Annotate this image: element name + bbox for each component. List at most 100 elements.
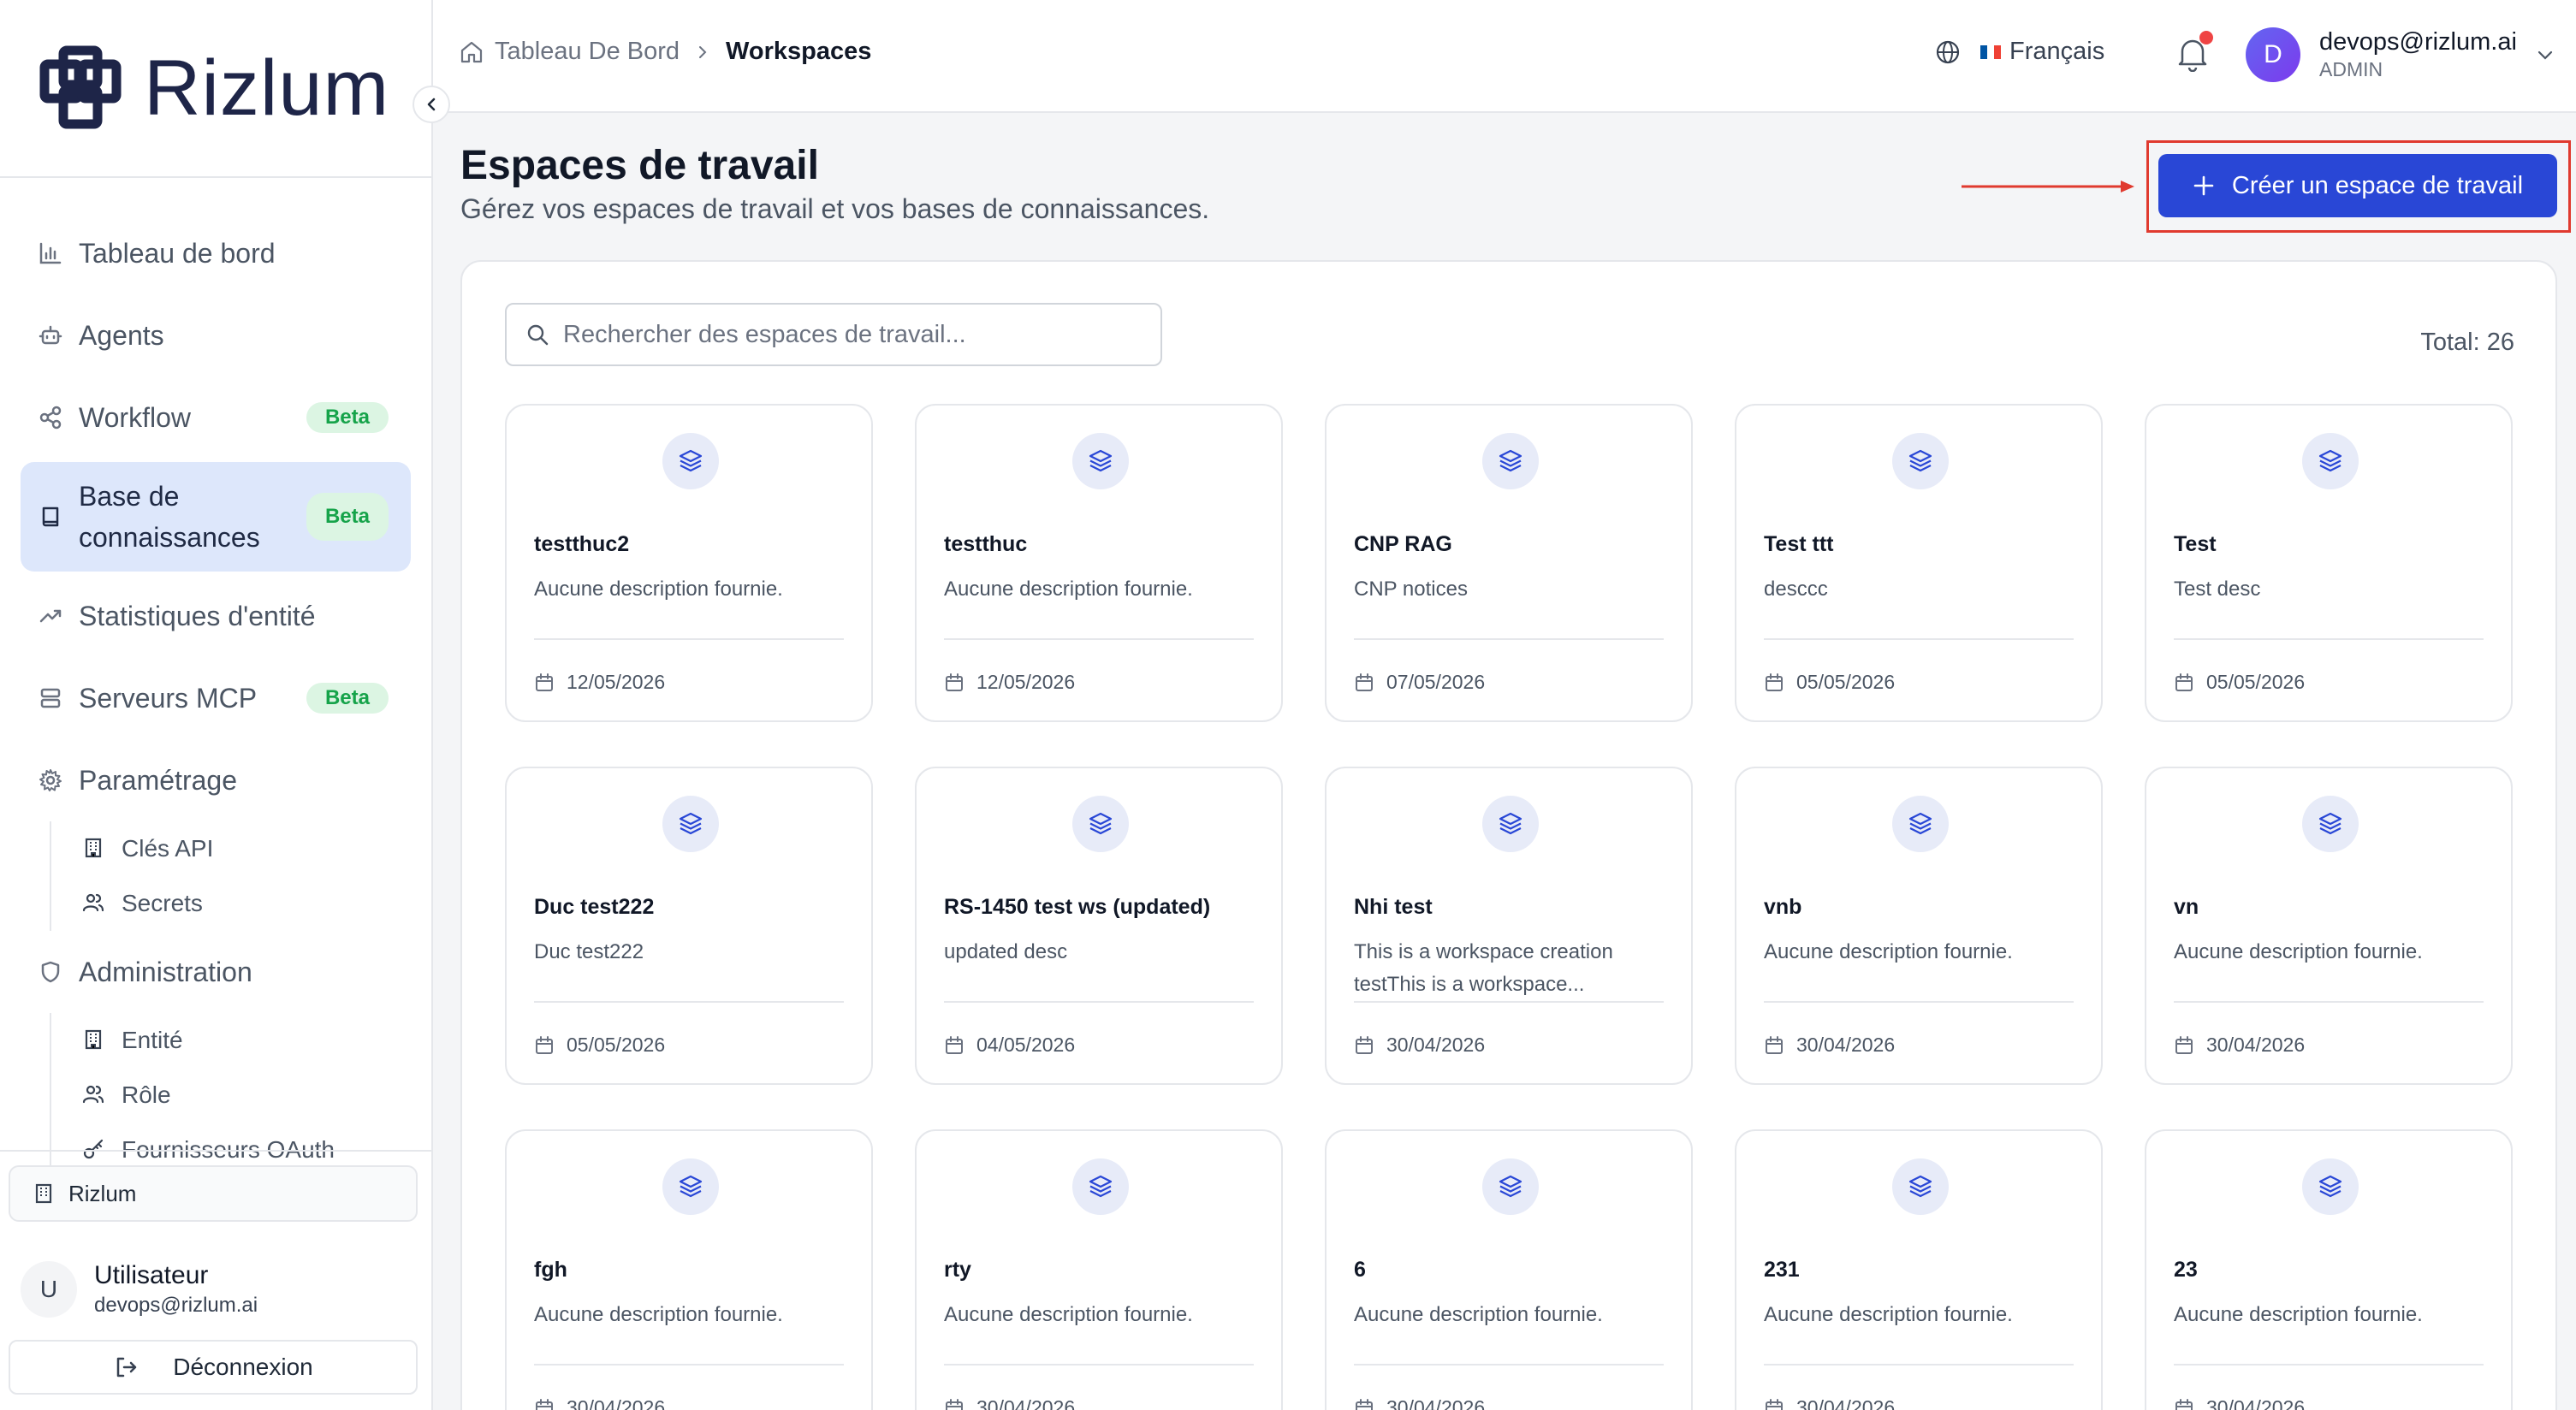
layers-icon [2302, 433, 2359, 489]
building-icon [82, 837, 106, 861]
shield-icon [38, 959, 63, 985]
workspace-date: 12/05/2026 [534, 671, 665, 694]
layers-icon [1892, 433, 1949, 489]
breadcrumb-home[interactable]: Tableau De Bord [495, 38, 680, 66]
logout-button[interactable]: Déconnexion [9, 1340, 418, 1395]
home-icon[interactable] [459, 39, 484, 65]
card-divider [2174, 1001, 2484, 1003]
sidebar-item-entity-stats[interactable]: Statistiques d'entité [0, 575, 431, 657]
workspace-date-label: 12/05/2026 [976, 671, 1076, 693]
workspace-description: descсс [1764, 578, 1828, 601]
card-divider [1354, 1364, 1664, 1366]
card-divider [1354, 638, 1664, 640]
account-role: ADMIN [2319, 58, 2383, 80]
calendar-icon [534, 1398, 555, 1410]
calendar-icon [1764, 1398, 1784, 1410]
workspace-card[interactable]: rty Aucune description fournie. 30/04/20… [915, 1129, 1283, 1410]
search-box[interactable] [505, 303, 1162, 366]
workspace-date-label: 30/04/2026 [1386, 1396, 1486, 1410]
trending-up-icon [38, 603, 63, 629]
workspace-card[interactable]: 231 Aucune description fournie. 30/04/20… [1735, 1129, 2103, 1410]
calendar-icon [2174, 1398, 2194, 1410]
sidebar-item-api-keys[interactable]: Clés API [82, 821, 431, 876]
layers-icon [1482, 433, 1539, 489]
calendar-icon [944, 1398, 965, 1410]
workspace-card[interactable]: 23 Aucune description fournie. 30/04/202… [2145, 1129, 2513, 1410]
layers-icon [2302, 796, 2359, 852]
card-divider [1764, 638, 2074, 640]
workspace-card[interactable]: Test ttt descсс 05/05/2026 [1735, 404, 2103, 722]
layers-icon [2302, 1158, 2359, 1215]
sidebar-item-administration[interactable]: Administration [0, 931, 431, 1013]
workspace-description: Aucune description fournie. [944, 578, 1193, 601]
sidebar-item-mcp-servers[interactable]: Serveurs MCP Beta [0, 657, 431, 739]
calendar-icon [1764, 1035, 1784, 1056]
workspace-card[interactable]: Duc test222 Duc test222 05/05/2026 [505, 767, 873, 1085]
logout-icon [113, 1354, 139, 1380]
workspace-card[interactable]: Test Test desc 05/05/2026 [2145, 404, 2513, 722]
chevron-left-icon [427, 98, 436, 111]
layers-icon [1892, 1158, 1949, 1215]
notifications-button[interactable] [2175, 31, 2213, 76]
workspace-name: CNP RAG [1354, 532, 1452, 556]
search-input[interactable] [563, 320, 1160, 349]
workspace-description: updated desc [944, 940, 1068, 963]
workspace-date: 30/04/2026 [944, 1396, 1075, 1410]
sidebar-item-knowledge-base[interactable]: Base de connaissances Beta [21, 462, 411, 572]
calendar-icon [534, 672, 555, 693]
workspace-card[interactable]: testthuc2 Aucune description fournie. 12… [505, 404, 873, 722]
sidebar-item-agents[interactable]: Agents [0, 294, 431, 376]
workspace-card[interactable]: CNP RAG CNP notices 07/05/2026 [1325, 404, 1693, 722]
workspace-description: This is a workspace creation testThis is… [1354, 940, 1613, 996]
avatar: D [2246, 27, 2300, 82]
settings-subnav: Clés API Secrets [50, 821, 431, 931]
workspace-name: vn [2174, 895, 2199, 919]
sidebar-item-settings[interactable]: Paramétrage [0, 739, 431, 821]
share-nodes-icon [38, 405, 63, 430]
workspace-description: Aucune description fournie. [1764, 940, 2013, 963]
card-divider [1354, 1001, 1664, 1003]
sidebar-item-label: Paramétrage [79, 764, 237, 796]
calendar-icon [2174, 672, 2194, 693]
gear-icon [38, 767, 63, 793]
create-workspace-button[interactable]: Créer un espace de travail [2158, 154, 2557, 217]
organization-switcher[interactable]: Rizlum [9, 1165, 418, 1222]
sidebar-item-workflow[interactable]: Workflow Beta [0, 376, 431, 459]
account-menu[interactable]: D devops@rizlum.ai ADMIN [2246, 27, 2555, 82]
beta-badge: Beta [306, 402, 389, 433]
workspace-card[interactable]: Nhi test This is a workspace creation te… [1325, 767, 1693, 1085]
user-name: Utilisateur [94, 1261, 209, 1289]
top-bar: Tableau De Bord Workspaces Français D de… [433, 0, 2576, 113]
workspace-card[interactable]: testthuc Aucune description fournie. 12/… [915, 404, 1283, 722]
sidebar: Rizlum Tableau de bord Agents Workflow B… [0, 0, 450, 1410]
sidebar-item-dashboard[interactable]: Tableau de bord [0, 212, 431, 294]
card-divider [1764, 1001, 2074, 1003]
sidebar-divider [0, 1150, 433, 1152]
card-divider [1764, 1364, 2074, 1366]
users-icon [82, 892, 106, 915]
workspace-card[interactable]: RS-1450 test ws (updated) updated desc 0… [915, 767, 1283, 1085]
breadcrumb-current: Workspaces [726, 38, 872, 65]
sidebar-item-role[interactable]: Rôle [82, 1068, 431, 1123]
sidebar-item-secrets[interactable]: Secrets [82, 876, 431, 931]
brand-name: Rizlum [144, 44, 390, 132]
workspace-card[interactable]: 6 Aucune description fournie. 30/04/2026 [1325, 1129, 1693, 1410]
workspace-card[interactable]: fgh Aucune description fournie. 30/04/20… [505, 1129, 873, 1410]
workspace-name: rty [944, 1258, 971, 1282]
workspace-date-label: 30/04/2026 [976, 1396, 1076, 1410]
language-selector[interactable]: Français [1934, 38, 2104, 66]
workspace-description: Aucune description fournie. [1764, 1303, 2013, 1326]
workspace-description: Duc test222 [534, 940, 644, 963]
collapse-sidebar-button[interactable] [413, 86, 450, 123]
card-divider [2174, 638, 2484, 640]
workspace-card[interactable]: vnb Aucune description fournie. 30/04/20… [1735, 767, 2103, 1085]
workspace-description: Aucune description fournie. [1354, 1303, 1603, 1326]
page-title: Espaces de travail [460, 143, 819, 188]
workspace-card[interactable]: vn Aucune description fournie. 30/04/202… [2145, 767, 2513, 1085]
workspace-description: Aucune description fournie. [534, 1303, 783, 1326]
building-icon [82, 1028, 106, 1052]
sidebar-item-entity[interactable]: Entité [82, 1013, 431, 1068]
workspace-description: CNP notices [1354, 578, 1468, 601]
workspace-grid: testthuc2 Aucune description fournie. 12… [505, 404, 2513, 1410]
sidebar-item-label: Agents [79, 319, 164, 351]
